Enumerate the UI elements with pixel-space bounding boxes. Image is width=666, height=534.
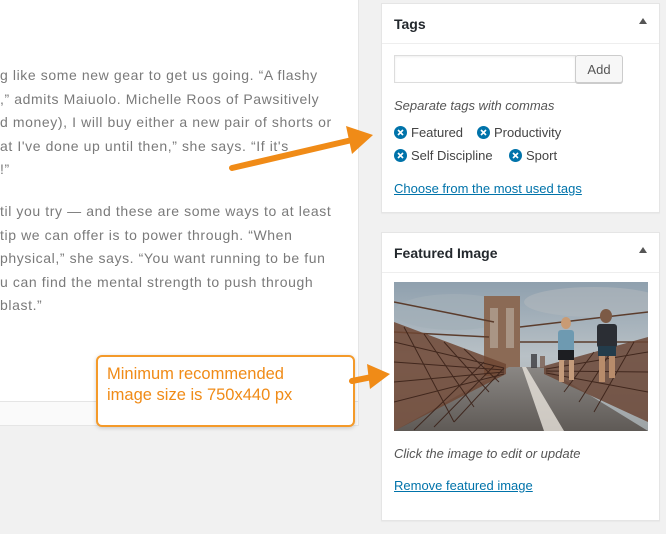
- editor-line: u can find the mental strength to push t…: [0, 273, 314, 290]
- editor-line: !”: [0, 161, 10, 177]
- callout-text: Minimum recommended image size is 750x44…: [107, 365, 293, 404]
- featured-panel-header[interactable]: Featured Image: [382, 233, 659, 273]
- tag-item: Productivity: [477, 125, 561, 140]
- editor-line: blast.”: [0, 297, 43, 313]
- tag-label: Productivity: [494, 125, 562, 140]
- editor-line: d money), I will buy either a new pair o…: [0, 114, 332, 130]
- tag-item: Featured: [394, 125, 463, 140]
- featured-image-caption: Click the image to edit or update: [394, 446, 581, 461]
- tag-label: Self Discipline: [411, 148, 493, 163]
- collapse-toggle-icon[interactable]: [639, 18, 647, 24]
- remove-tag-icon[interactable]: [394, 149, 407, 162]
- editor-line: tip we can offer is to power through. “W…: [0, 226, 293, 243]
- featured-image-thumbnail[interactable]: [394, 282, 648, 431]
- editor-line: til you try — and these are some ways to…: [0, 203, 332, 219]
- tags-panel-title: Tags: [394, 16, 426, 32]
- remove-tag-icon[interactable]: [509, 149, 522, 162]
- tag-item: Sport: [509, 148, 557, 163]
- editor-paragraph-2: til you try — and these are some ways to…: [0, 200, 352, 318]
- tags-panel-header[interactable]: Tags: [382, 4, 659, 44]
- editor-line: at I've done up until then,” she says. “…: [0, 137, 289, 154]
- editor-line: g like some new gear to get us going. “A…: [0, 67, 318, 83]
- editor-line: ,” admits Maiuolo. Michelle Roos of Paws…: [0, 90, 320, 107]
- featured-image-panel: Featured Image Click the image to edit o…: [381, 232, 660, 521]
- tag-label: Featured: [411, 125, 464, 140]
- tags-hint: Separate tags with commas: [394, 98, 555, 113]
- editor-paragraph-1: g like some new gear to get us going. “A…: [0, 64, 352, 182]
- most-used-tags-link[interactable]: Choose from the most used tags: [394, 181, 582, 196]
- remove-featured-image-link[interactable]: Remove featured image: [394, 478, 533, 493]
- add-tag-button[interactable]: Add: [575, 55, 623, 83]
- tags-panel: Tags Add Separate tags with commas Featu…: [381, 3, 660, 213]
- remove-tag-icon[interactable]: [477, 126, 490, 139]
- image-size-callout: Minimum recommended image size is 750x44…: [96, 355, 355, 427]
- remove-tag-icon[interactable]: [394, 126, 407, 139]
- tag-item: Self Discipline: [394, 148, 493, 163]
- bridge-runners-image: [394, 282, 648, 431]
- featured-panel-title: Featured Image: [394, 245, 498, 261]
- collapse-toggle-icon[interactable]: [639, 247, 647, 253]
- tag-label: Sport: [526, 148, 558, 163]
- editor-line: physical,” she says. “You want running t…: [0, 250, 326, 266]
- new-tag-input[interactable]: [394, 55, 576, 83]
